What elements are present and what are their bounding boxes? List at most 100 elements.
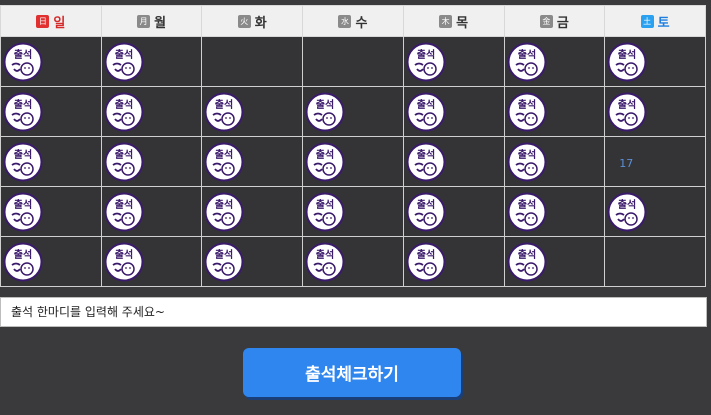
attendance-stamp-icon: 출석 — [204, 242, 244, 281]
calendar-week-row: 출석 출석 출석 출석 출석 출석 출석 — [0, 86, 706, 137]
attendance-stamp-icon: 출석 — [204, 142, 244, 181]
calendar-day-cell: 17 — [604, 136, 706, 187]
calendar-day-cell: 출석 — [0, 186, 102, 237]
calendar-day-cell: 출석 — [604, 86, 706, 137]
calendar-day-cell: 출석 — [100, 136, 203, 187]
weekday-saturday: 土토 — [604, 5, 706, 37]
friday-hanja-icon: 金 — [539, 14, 553, 28]
attendance-stamp-icon: 출석 — [406, 192, 446, 231]
attendance-stamp-icon: 출석 — [3, 192, 43, 231]
calendar-day-cell: 출석 — [402, 36, 505, 87]
svg-text:출석: 출석 — [115, 48, 133, 61]
attendance-stamp-icon: 출석 — [406, 242, 446, 281]
attendance-stamp-icon: 출석 — [507, 42, 547, 81]
calendar-day-cell: 출석 — [100, 86, 203, 137]
calendar-day-cell: 출석 — [201, 86, 304, 137]
calendar-week-row: 출석 출석 출석 출석 출석 출석 17 — [0, 136, 706, 187]
svg-text:출석: 출석 — [316, 248, 334, 261]
calendar-day-cell: 출석 — [100, 236, 203, 287]
svg-text:출석: 출석 — [14, 98, 32, 111]
attendance-stamp-icon: 출석 — [3, 42, 43, 81]
sunday-hanja-icon: 日 — [36, 14, 50, 28]
calendar-day-cell: 출석 — [503, 136, 606, 187]
svg-text:출석: 출석 — [316, 148, 334, 161]
monday-hanja-icon: 月 — [137, 14, 151, 28]
calendar-week-row: 출석 출석 출석 출석 출석 — [0, 36, 706, 87]
attendance-stamp-icon: 출석 — [305, 142, 345, 181]
calendar-day-cell: 출석 — [201, 186, 304, 237]
attendance-stamp-icon: 출석 — [104, 92, 144, 131]
calendar-day-cell: 출석 — [0, 86, 102, 137]
wednesday-hanja-icon: 水 — [338, 14, 352, 28]
weekday-monday: 月월 — [100, 5, 203, 37]
svg-text:출석: 출석 — [14, 198, 32, 211]
attendance-stamp-icon: 출석 — [607, 42, 647, 81]
svg-text:출석: 출석 — [215, 148, 233, 161]
attendance-stamp-icon: 출석 — [3, 92, 43, 131]
calendar-day-cell: 출석 — [201, 236, 304, 287]
svg-text:출석: 출석 — [215, 98, 233, 111]
svg-text:출석: 출석 — [215, 248, 233, 261]
attendance-stamp-icon: 출석 — [3, 142, 43, 181]
attendance-stamp-icon: 출석 — [607, 92, 647, 131]
weekday-friday: 金금 — [503, 5, 606, 37]
calendar-day-cell: 출석 — [402, 136, 505, 187]
svg-text:출석: 출석 — [14, 148, 32, 161]
attendance-stamp-icon: 출석 — [607, 192, 647, 231]
calendar-day-cell: 출석 — [0, 36, 102, 87]
calendar-day-cell: 출석 — [302, 186, 404, 237]
attendance-stamp-icon: 출석 — [305, 192, 345, 231]
svg-text:출석: 출석 — [517, 248, 535, 261]
svg-text:출석: 출석 — [417, 148, 435, 161]
comment-input[interactable] — [0, 297, 707, 327]
attendance-stamp-icon: 출석 — [204, 192, 244, 231]
svg-text:출석: 출석 — [517, 48, 535, 61]
attendance-stamp-icon: 출석 — [204, 92, 244, 131]
svg-text:출석: 출석 — [517, 98, 535, 111]
svg-text:출석: 출석 — [417, 98, 435, 111]
weekday-sunday: 日일 — [0, 5, 102, 37]
calendar-grid: 출석 출석 출석 출석 출석 출석 출석 출석 출석 출석 출석 출석 출석 출석 출석 출석 출석 출석 17 출석… — [0, 36, 706, 287]
attendance-calendar: 日일 月월 火화 水수 木목 金금 土토 출석 출석 출석 출석 출석 출석 출석 출석 출석 출… — [0, 5, 706, 287]
svg-text:출석: 출석 — [618, 98, 636, 111]
svg-text:출석: 출석 — [115, 98, 133, 111]
svg-text:출석: 출석 — [517, 148, 535, 161]
weekday-header-row: 日일 月월 火화 水수 木목 金금 土토 — [0, 5, 706, 37]
weekday-wednesday: 水수 — [302, 5, 404, 37]
attendance-stamp-icon: 출석 — [104, 242, 144, 281]
svg-text:출석: 출석 — [417, 248, 435, 261]
calendar-day-cell — [604, 236, 706, 287]
attendance-stamp-icon: 출석 — [305, 242, 345, 281]
svg-text:출석: 출석 — [115, 248, 133, 261]
attendance-stamp-icon: 출석 — [406, 142, 446, 181]
calendar-week-row: 출석 출석 출석 출석 출석 출석 출석 — [0, 186, 706, 237]
calendar-day-cell: 출석 — [201, 136, 304, 187]
calendar-day-cell: 출석 — [100, 36, 203, 87]
svg-text:출석: 출석 — [618, 48, 636, 61]
calendar-day-cell: 출석 — [302, 236, 404, 287]
calendar-day-cell: 출석 — [503, 86, 606, 137]
svg-text:출석: 출석 — [115, 198, 133, 211]
day-number: 17 — [619, 157, 634, 170]
weekday-thursday: 木목 — [402, 5, 505, 37]
calendar-day-cell: 출석 — [604, 36, 706, 87]
svg-text:출석: 출석 — [417, 198, 435, 211]
attendance-stamp-icon: 출석 — [406, 42, 446, 81]
thursday-hanja-icon: 木 — [439, 14, 453, 28]
attendance-stamp-icon: 출석 — [104, 42, 144, 81]
svg-text:출석: 출석 — [316, 98, 334, 111]
calendar-day-cell — [302, 36, 404, 87]
attendance-stamp-icon: 출석 — [3, 242, 43, 281]
calendar-day-cell: 출석 — [402, 86, 505, 137]
calendar-day-cell: 출석 — [0, 136, 102, 187]
calendar-day-cell: 출석 — [503, 236, 606, 287]
weekday-tuesday: 火화 — [201, 5, 304, 37]
svg-text:출석: 출석 — [14, 48, 32, 61]
calendar-day-cell: 출석 — [0, 236, 102, 287]
svg-text:출석: 출석 — [618, 198, 636, 211]
attendance-stamp-icon: 출석 — [507, 192, 547, 231]
attendance-stamp-icon: 출석 — [507, 242, 547, 281]
check-in-button[interactable]: 출석체크하기 — [243, 348, 461, 397]
tuesday-hanja-icon: 火 — [237, 14, 251, 28]
calendar-day-cell: 출석 — [604, 186, 706, 237]
